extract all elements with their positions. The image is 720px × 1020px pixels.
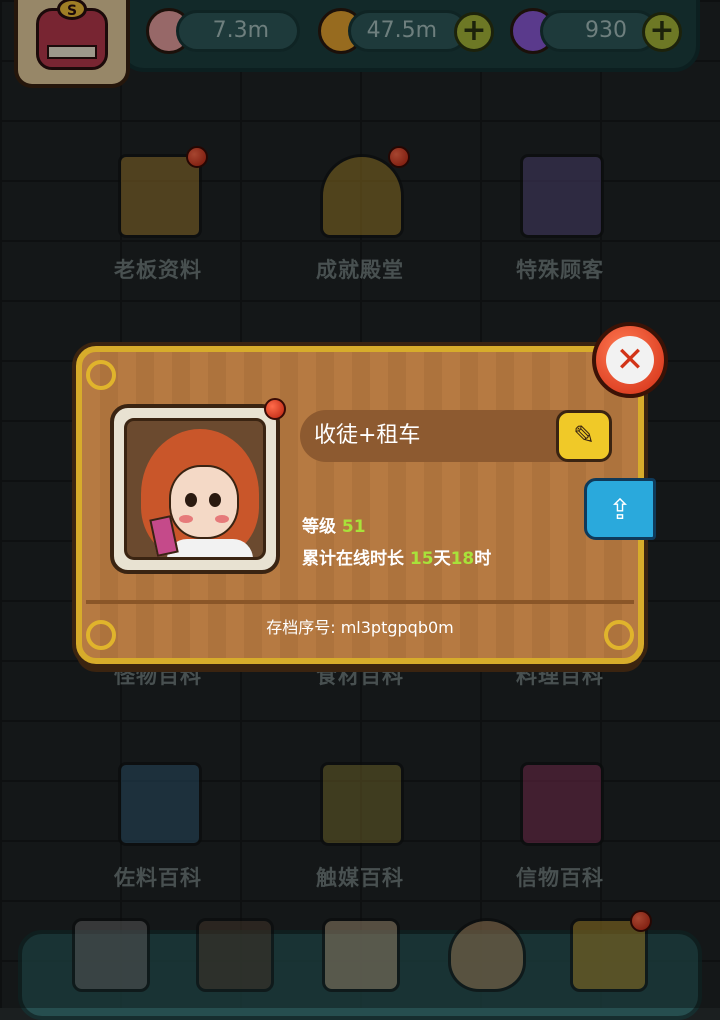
edit-name-button[interactable]: ✎ [556,410,612,462]
close-button[interactable]: ✕ [592,322,668,398]
close-icon: ✕ [606,336,654,384]
level-stat: 等级 51 [302,512,366,537]
level-label: 等级 [302,517,336,537]
online-time-label: 累计在线时长 [302,549,404,569]
online-hours-value: 18 [450,549,475,569]
corner-ornament [86,360,116,390]
profile-avatar[interactable] [110,404,280,574]
cheek-shape [215,515,229,523]
avatar-image [124,418,266,560]
online-hours-unit: 时 [474,549,492,569]
face-shape [169,465,239,539]
eye-shape [185,493,197,507]
notification-dot [264,398,286,420]
shirt-shape [167,539,253,557]
online-days-unit: 天 [433,549,451,569]
save-id-text: 存档序号: ml3ptgpqb0m [266,618,454,637]
online-time-stat: 累计在线时长 15天18时 [302,544,491,569]
online-days-value: 15 [409,549,434,569]
pencil-icon: ✎ [573,421,595,451]
share-icon: ⇪ [608,492,632,526]
share-button[interactable]: ⇪ [584,478,656,540]
eye-shape [209,493,221,507]
dialog-divider [86,600,634,604]
level-value: 51 [341,517,366,537]
cheek-shape [179,515,193,523]
